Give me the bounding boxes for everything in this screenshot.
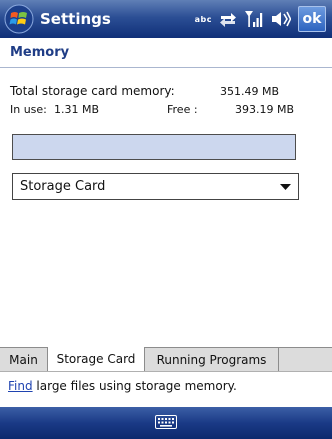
in-use-value: 1.31 MB — [54, 103, 100, 116]
hint-description: large files using storage memory. — [32, 379, 237, 393]
tab-storage-card[interactable]: Storage Card — [48, 347, 145, 371]
ok-button[interactable]: ok — [298, 6, 326, 32]
app-title: Settings — [40, 10, 111, 28]
storage-select-value: Storage Card — [20, 179, 106, 194]
hint-area: Find large files using storage memory. — [0, 371, 332, 407]
total-memory-value: 351.49 MB — [220, 85, 280, 98]
free-label: Free : — [167, 103, 198, 116]
volume-icon[interactable] — [271, 11, 291, 27]
tab-main[interactable]: Main — [0, 348, 48, 371]
connectivity-icon[interactable] — [219, 11, 237, 27]
title-bar: Settings abc ok — [0, 0, 332, 38]
signal-icon[interactable] — [244, 10, 264, 28]
in-use-label: In use: — [10, 103, 47, 116]
hint-text: Find large files using storage memory. — [8, 379, 237, 393]
windows-start-icon[interactable] — [4, 4, 34, 34]
page-title: Memory — [10, 45, 70, 60]
keyboard-icon[interactable] — [155, 415, 177, 429]
tab-running-programs[interactable]: Running Programs — [145, 348, 279, 371]
soft-key-bar — [0, 407, 332, 439]
find-link[interactable]: Find — [8, 379, 33, 393]
free-value: 393.19 MB — [235, 103, 295, 116]
total-memory-label: Total storage card memory: — [10, 84, 175, 98]
page-header: Memory — [0, 38, 332, 68]
chevron-down-icon — [280, 184, 291, 190]
tab-bar: Main Storage Card Running Programs — [0, 347, 332, 371]
memory-usage-bar — [12, 134, 296, 160]
input-mode-indicator[interactable]: abc — [195, 15, 212, 24]
storage-select[interactable]: Storage Card — [12, 173, 299, 200]
